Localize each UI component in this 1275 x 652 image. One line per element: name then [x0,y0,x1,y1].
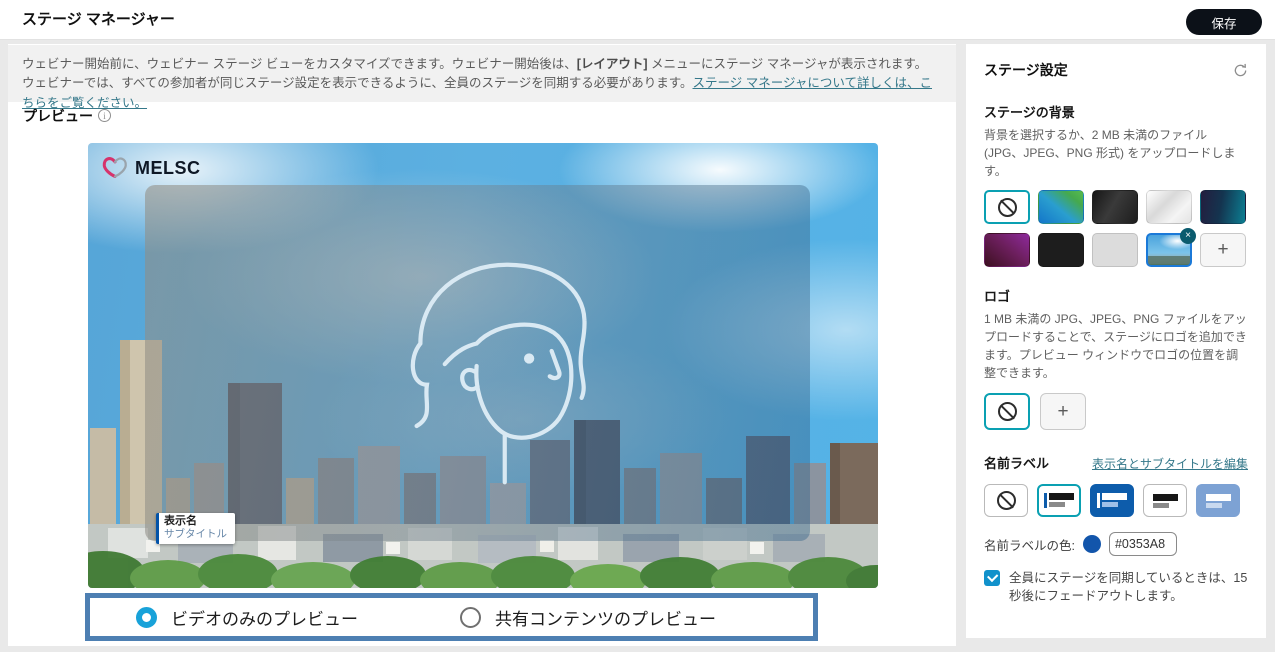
background-teal-purple-thumb[interactable] [1200,190,1246,224]
name-label-heading: 名前ラベル [984,453,1049,472]
no-label-icon [997,491,1016,510]
edit-name-subtitle-link[interactable]: 表示名とサブタイトルを編集 [1092,455,1248,472]
background-city-thumb-selected[interactable]: × [1146,233,1192,267]
color-swatch[interactable] [1083,535,1101,553]
label-style-leftbar-blue-button[interactable] [1090,484,1134,517]
add-logo-button[interactable]: + [1040,393,1086,430]
background-none-button[interactable] [984,190,1030,224]
radio-unselected-icon[interactable] [460,607,481,628]
fadeout-checkbox-row: 全員にステージを同期しているときは、15 秒後にフェードアウトします。 [984,569,1248,605]
page-title: ステージ マネージャー [22,0,175,40]
info-icon[interactable]: i [98,109,111,122]
panel-header: ステージ設定 [984,60,1248,80]
avatar-face-outline [396,231,621,486]
name-label-header-row: 名前ラベル 表示名とサブタイトルを編集 [984,453,1248,472]
stage-logo[interactable]: MELSC [102,155,201,181]
display-name: 表示名 [164,515,227,528]
background-dark-wave-thumb[interactable] [1092,190,1138,224]
background-heading: ステージの背景 [984,102,1248,121]
remove-background-icon[interactable]: × [1180,228,1196,244]
logo-none-button[interactable] [984,393,1030,430]
color-value-input[interactable] [1109,532,1177,556]
label-style-plain-light-button[interactable] [1143,484,1187,517]
subtitle: サブタイトル [164,528,227,541]
label-style-none-button[interactable] [984,484,1028,517]
melsc-heart-icon [102,155,128,181]
fadeout-checkbox-label: 全員にステージを同期しているときは、15 秒後にフェードアウトします。 [1009,569,1248,605]
logo-button-row: + [984,393,1248,430]
preview-mode-selector: ビデオのみのプレビュー 共有コンテンツのプレビュー [85,593,818,641]
info-line-1: ウェビナー開始前に、ウェビナー ステージ ビューをカスタマイズできます。ウェビナ… [22,55,940,74]
logo-description: 1 MB 未満の JPG、JPEG、PNG ファイルをアップロードすることで、ス… [984,310,1248,382]
no-logo-icon [998,402,1017,421]
label-style-plain-blue-button[interactable] [1196,484,1240,517]
stage-preview[interactable]: MELSC 表示名 サブタイトル [88,143,878,588]
preview-heading: プレビューi [23,106,111,126]
panel-title: ステージ設定 [984,60,1068,80]
refresh-icon[interactable] [1233,63,1248,78]
stage-settings-panel: ステージ設定 ステージの背景 背景を選択するか、2 MB 未満のファイル (JP… [966,44,1266,638]
name-label-style-row [984,484,1248,517]
logo-heading: ロゴ [984,286,1248,305]
fadeout-checkbox[interactable] [984,570,1000,586]
top-bar: ステージ マネージャー 保存 [0,0,1275,40]
radio-selected-icon[interactable] [136,607,157,628]
name-label-chip[interactable]: 表示名 サブタイトル [156,513,235,544]
info-line-2: ウェビナーでは、すべての参加者が同じステージ設定を表示できるように、全員のステー… [22,74,940,113]
background-black-thumb[interactable] [1038,233,1084,267]
background-light-gray-thumb[interactable] [1092,233,1138,267]
main-content-card: ウェビナー開始前に、ウェビナー ステージ ビューをカスタマイズできます。ウェビナ… [8,44,956,646]
background-white-silk-thumb[interactable] [1146,190,1192,224]
add-background-button[interactable]: + [1200,233,1246,267]
name-label-color-row: 名前ラベルの色: [984,532,1248,556]
no-background-icon [998,198,1017,217]
color-label: 名前ラベルの色: [984,535,1075,554]
info-banner: ウェビナー開始前に、ウェビナー ステージ ビューをカスタマイズできます。ウェビナ… [8,45,956,102]
radio-video-only[interactable]: ビデオのみのプレビュー [136,605,358,630]
radio-shared-content[interactable]: 共有コンテンツのプレビュー [460,605,716,630]
save-button[interactable]: 保存 [1186,9,1262,35]
background-magenta-thumb[interactable] [984,233,1030,267]
stage-logo-text: MELSC [135,158,201,179]
label-style-leftbar-light-button[interactable] [1037,484,1081,517]
background-blue-green-thumb[interactable] [1038,190,1084,224]
background-thumbnail-grid: × + [984,190,1248,267]
layout-menu-emphasis: [レイアウト] [577,57,648,71]
background-description: 背景を選択するか、2 MB 未満のファイル (JPG、JPEG、PNG 形式) … [984,126,1248,180]
